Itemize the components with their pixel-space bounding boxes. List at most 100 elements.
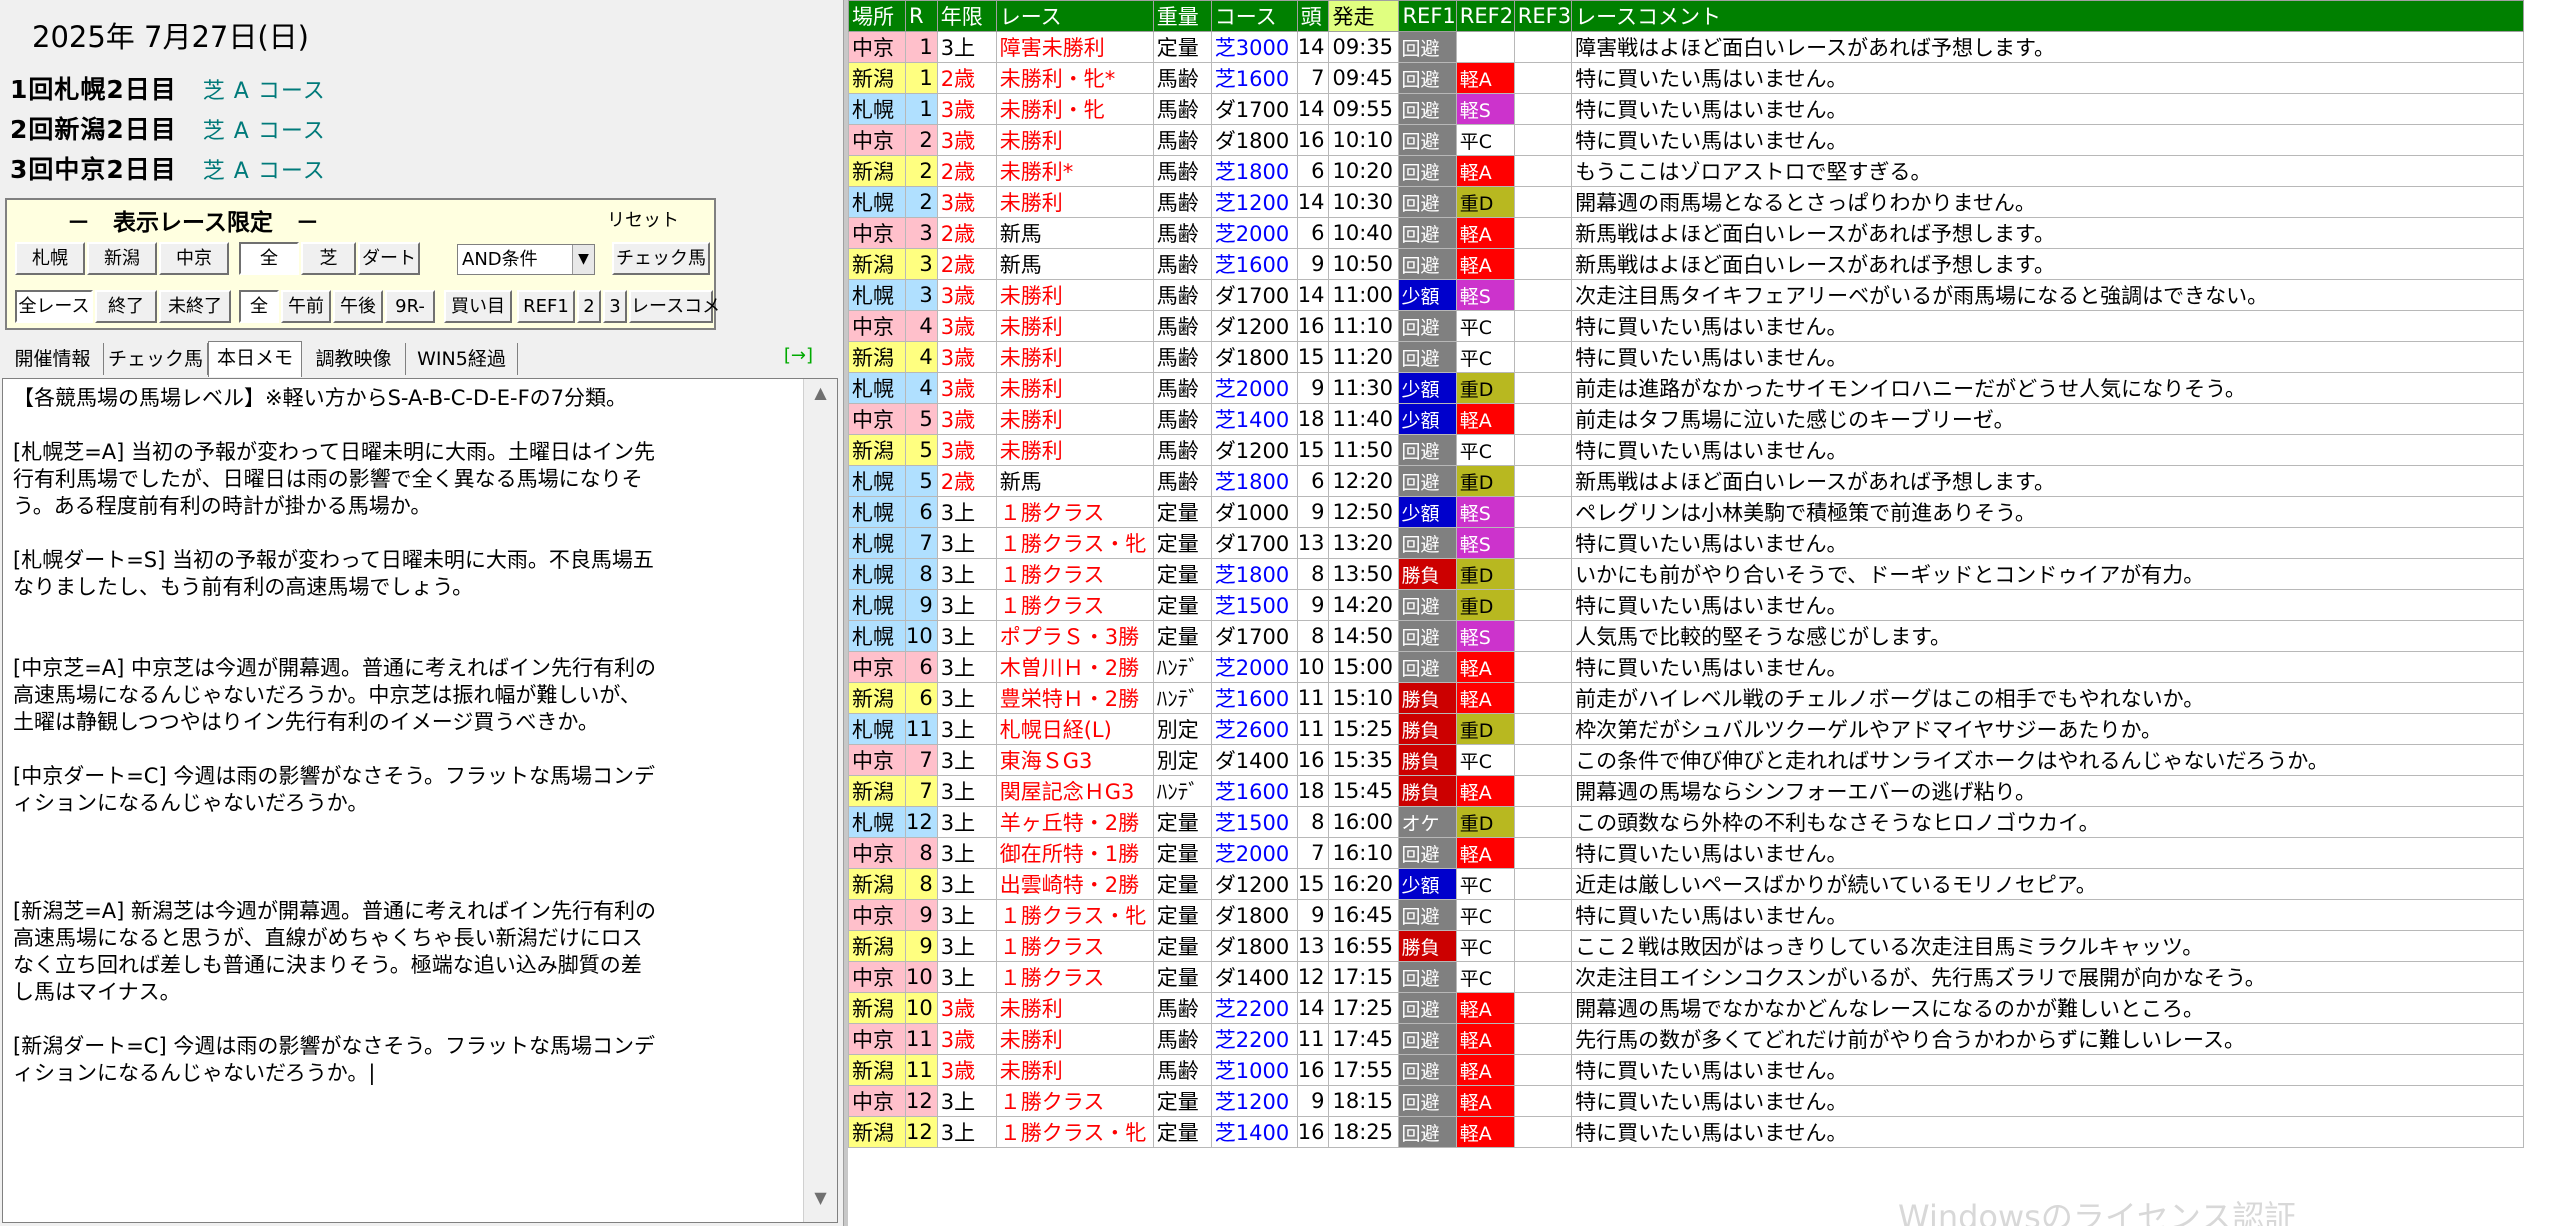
table-row[interactable]: 新潟 9 3上 １勝クラス 定量 ダ1800 13 16:55 勝負 平C ここ２戦は敗因がはっきり… — [848, 930, 2525, 962]
table-row[interactable]: 中京 10 3上 １勝クラス 定量 ダ1400 12 17:15 回避 平C 次走注目エイシンコクス… — [848, 961, 2525, 993]
table-row[interactable]: 中京 6 3上 木曽川Ｈ・2勝 ﾊﾝﾃﾞ 芝2000 10 15:00 回避 軽A 特に買いたい馬は… — [848, 651, 2525, 683]
table-row[interactable]: 新潟 6 3上 豊栄特Ｈ・2勝 ﾊﾝﾃﾞ 芝1600 11 15:10 勝負 軽A 前走がハイレベル… — [848, 682, 2525, 714]
table-row[interactable]: 中京 3 2歳 新馬 馬齢 芝2000 6 10:40 回避 軽A 新馬戦はよほど面白いレースがあれ… — [848, 217, 2525, 249]
surface-dirt-button[interactable]: ダート — [358, 242, 420, 275]
col-header-ref1[interactable]: REF1 — [1398, 0, 1457, 32]
cell-r: 5 — [905, 434, 938, 466]
table-row[interactable]: 札幌 4 3歳 未勝利 馬齢 芝2000 9 11:30 少額 重D 前走は進路がなかったサイモンイ… — [848, 372, 2525, 404]
time-am-button[interactable]: 午前 — [281, 290, 331, 323]
ref2-button[interactable]: 2 — [577, 290, 601, 323]
ref3-button[interactable]: 3 — [603, 290, 627, 323]
cell-start: 11:50 — [1328, 434, 1400, 466]
table-row[interactable]: 中京 4 3歳 未勝利 馬齢 ダ1200 16 11:10 回避 平C 特に買いたい馬はいません。 — [848, 310, 2525, 342]
table-row[interactable]: 新潟 1 2歳 未勝利・牝* 馬齢 芝1600 7 09:45 回避 軽A 特に買いたい馬はいません… — [848, 62, 2525, 94]
status-finished-button[interactable]: 終了 — [95, 290, 157, 323]
table-row[interactable]: 札幌 3 3歳 未勝利 馬齢 ダ1700 14 11:00 少額 軽S 次走注目馬タイキフェアリーベ… — [848, 279, 2525, 311]
race-comment-button[interactable]: レースコメ — [629, 290, 720, 323]
table-row[interactable]: 新潟 7 3上 関屋記念ＨG3 ﾊﾝﾃﾞ 芝1600 18 15:45 勝負 軽A 開幕週の馬場なら… — [848, 775, 2525, 807]
table-row[interactable]: 札幌 1 3歳 未勝利・牝 馬齢 ダ1700 14 09:55 回避 軽S 特に買いたい馬はいません… — [848, 93, 2525, 125]
table-row[interactable]: 札幌 11 3上 札幌日経(L) 別定 芝2600 11 15:25 勝負 重D 枠次第だがシュバル… — [848, 713, 2525, 745]
reset-button[interactable]: リセット — [607, 206, 679, 232]
cell-venue: 新潟 — [848, 341, 906, 373]
status-all-button[interactable]: 全レース — [15, 290, 93, 323]
table-row[interactable]: 新潟 4 3歳 未勝利 馬齢 ダ1800 15 11:20 回避 平C 特に買いたい馬はいません。 — [848, 341, 2525, 373]
table-row[interactable]: 中京 11 3歳 未勝利 馬齢 芝2200 11 17:45 回避 軽A 先行馬の数が多くてどれだけ… — [848, 1023, 2525, 1055]
col-header-comment[interactable]: レースコメント — [1571, 0, 2525, 32]
table-row[interactable]: 札幌 7 3上 １勝クラス・牝 定量 ダ1700 13 13:20 回避 軽S 特に買いたい馬はいま… — [848, 527, 2525, 559]
col-header-weight[interactable]: 重量 — [1152, 0, 1212, 32]
table-row[interactable]: 新潟 10 3歳 未勝利 馬齢 芝2200 14 17:25 回避 軽A 開幕週の馬場でなかなかどん… — [848, 992, 2525, 1024]
table-row[interactable]: 新潟 8 3上 出雲崎特・2勝 定量 ダ1200 15 16:20 少額 平C 近走は厳しいペースば… — [848, 868, 2525, 900]
meeting-3[interactable]: 3回中京2日目芝 A コース — [10, 150, 326, 186]
table-row[interactable]: 札幌 12 3上 羊ヶ丘特・2勝 定量 芝1500 8 16:00 オケ 重D この頭数なら外枠の不… — [848, 806, 2525, 838]
col-header-race[interactable]: レース — [995, 0, 1154, 32]
cell-venue: 新潟 — [848, 775, 906, 807]
tab-win5[interactable]: WIN5経過 — [406, 343, 518, 375]
condition-select[interactable]: AND条件 ▼ — [457, 244, 595, 275]
surface-turf-button[interactable]: 芝 — [301, 242, 356, 275]
table-row[interactable]: 中京 7 3上 東海ＳG3 別定 ダ1400 16 15:35 勝負 平C この条件で伸び伸びと走れ… — [848, 744, 2525, 776]
tab-event-info[interactable]: 開催情報 — [2, 343, 104, 375]
tab-training-video[interactable]: 調教映像 — [302, 343, 406, 375]
table-row[interactable]: 中京 1 3上 障害未勝利 定量 芝3000 14 09:35 回避 障害戦はよほど面白いレースが… — [848, 31, 2525, 63]
table-row[interactable]: 札幌 2 3歳 未勝利 馬齢 芝1200 14 10:30 回避 重D 開幕週の雨馬場となるとさっぱ… — [848, 186, 2525, 218]
memo-text[interactable]: 【各競馬場の馬場レベル】※軽い方からS-A-B-C-D-E-Fの7分類。 [札幌… — [13, 385, 793, 1087]
time-all-button[interactable]: 全 — [239, 290, 279, 323]
table-row[interactable]: 札幌 10 3上 ポプラＳ・3勝 定量 ダ1700 8 14:50 回避 軽S 人気馬で比較的堅そう… — [848, 620, 2525, 652]
time-9r-button[interactable]: 9R- — [385, 290, 435, 323]
cell-ref3 — [1513, 310, 1573, 342]
table-row[interactable]: 中京 5 3歳 未勝利 馬齢 芝1400 18 11:40 少額 軽A 前走はタフ馬場に泣いた感じの… — [848, 403, 2525, 435]
col-header-r[interactable]: R — [905, 0, 938, 32]
table-row[interactable]: 新潟 2 2歳 未勝利* 馬齢 芝1800 6 10:20 回避 軽A もうここはゾロアストロで堅す… — [848, 155, 2525, 187]
venue-chukyo-button[interactable]: 中京 — [159, 242, 229, 275]
table-row[interactable]: 新潟 12 3上 １勝クラス・牝 定量 芝1400 16 18:25 回避 軽A 特に買いたい馬はい… — [848, 1116, 2525, 1148]
col-header-venue[interactable]: 場所 — [848, 0, 906, 32]
expand-icon[interactable]: [→] — [784, 345, 813, 366]
cell-heads: 15 — [1296, 868, 1330, 900]
status-unfinished-button[interactable]: 未終了 — [159, 290, 231, 323]
memo-textarea[interactable]: 【各競馬場の馬場レベル】※軽い方からS-A-B-C-D-E-Fの7分類。 [札幌… — [2, 378, 838, 1223]
buy-button[interactable]: 買い目 — [444, 290, 512, 323]
cell-race: 出雲崎特・2勝 — [995, 868, 1154, 900]
condition-value: AND条件 — [462, 249, 538, 270]
table-row[interactable]: 中京 12 3上 １勝クラス 定量 芝1200 9 18:15 回避 軽A 特に買いたい馬はいません… — [848, 1085, 2525, 1117]
table-row[interactable]: 札幌 9 3上 １勝クラス 定量 芝1500 9 14:20 回避 重D 特に買いたい馬はいません。 — [848, 589, 2525, 621]
cell-ref2: 重D — [1455, 558, 1515, 590]
scroll-down-icon[interactable]: ▼ — [804, 1188, 837, 1218]
memo-scrollbar[interactable]: ▲ ▼ — [803, 379, 837, 1222]
venue-sapporo-button[interactable]: 札幌 — [15, 242, 85, 275]
col-header-heads[interactable]: 頭 — [1296, 0, 1330, 32]
venue-niigata-button[interactable]: 新潟 — [87, 242, 157, 275]
tab-check-horse[interactable]: チェック馬 — [104, 343, 208, 375]
col-header-course[interactable]: コース — [1210, 0, 1298, 32]
table-row[interactable]: 札幌 5 2歳 新馬 馬齢 芝1800 6 12:20 回避 重D 新馬戦はよほど面白いレースがあれ… — [848, 465, 2525, 497]
table-row[interactable]: 中京 8 3上 御在所特・1勝 定量 芝2000 7 16:10 回避 軽A 特に買いたい馬はいませ… — [848, 837, 2525, 869]
col-header-age[interactable]: 年限 — [936, 0, 997, 32]
cell-age: 3歳 — [936, 1023, 997, 1055]
table-row[interactable]: 新潟 3 2歳 新馬 馬齢 芝1600 9 10:50 回避 軽A 新馬戦はよほど面白いレースがあれ… — [848, 248, 2525, 280]
cell-start: 16:45 — [1328, 899, 1400, 931]
cell-r: 9 — [905, 930, 938, 962]
meeting-1[interactable]: 1回札幌2日目芝 A コース — [10, 70, 326, 106]
table-row[interactable]: 札幌 6 3上 １勝クラス 定量 ダ1000 9 12:50 少額 軽S ペレグリンは小林美駒で積極… — [848, 496, 2525, 528]
col-header-ref2[interactable]: REF2 — [1455, 0, 1515, 32]
col-header-start[interactable]: 発走 — [1328, 0, 1400, 32]
check-horse-button[interactable]: チェック馬 — [612, 242, 710, 275]
table-row[interactable]: 新潟 5 3歳 未勝利 馬齢 ダ1200 15 11:50 回避 平C 特に買いたい馬はいません。 — [848, 434, 2525, 466]
table-row[interactable]: 札幌 8 3上 １勝クラス 定量 芝1800 8 13:50 勝負 重D いかにも前がやり合いそうで… — [848, 558, 2525, 590]
table-row[interactable]: 新潟 11 3歳 未勝利 馬齢 芝1000 16 17:55 回避 軽A 特に買いたい馬はいません。 — [848, 1054, 2525, 1086]
meeting-2[interactable]: 2回新潟2日目芝 A コース — [10, 110, 326, 146]
col-header-ref3[interactable]: REF3 — [1513, 0, 1573, 32]
cell-start: 13:50 — [1328, 558, 1400, 590]
surface-all-button[interactable]: 全 — [239, 242, 299, 275]
table-row[interactable]: 中京 2 3歳 未勝利 馬齢 ダ1800 16 10:10 回避 平C 特に買いたい馬はいません。 — [848, 124, 2525, 156]
cell-ref2: 平C — [1455, 868, 1515, 900]
time-pm-button[interactable]: 午後 — [333, 290, 383, 323]
ref1-button[interactable]: REF1 — [517, 290, 575, 323]
cell-age: 3上 — [936, 837, 997, 869]
cell-ref3 — [1513, 620, 1573, 652]
table-row[interactable]: 中京 9 3上 １勝クラス・牝 定量 ダ1800 9 16:45 回避 平C 特に買いたい馬はいませ… — [848, 899, 2525, 931]
scroll-up-icon[interactable]: ▲ — [804, 383, 837, 413]
cell-heads: 6 — [1296, 465, 1330, 497]
tab-today-memo[interactable]: 本日メモ — [208, 341, 302, 377]
